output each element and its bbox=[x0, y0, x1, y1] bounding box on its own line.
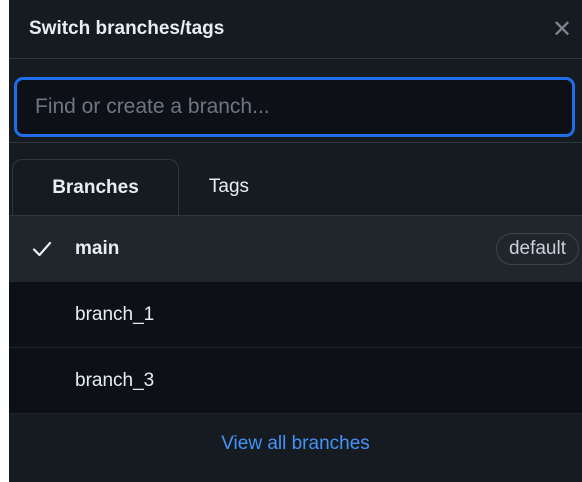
branch-search-input[interactable] bbox=[14, 77, 575, 137]
list-item-branch-3[interactable]: branch_3 bbox=[9, 347, 582, 413]
search-container bbox=[9, 59, 582, 142]
list-item-branch-main[interactable]: main default bbox=[9, 215, 582, 281]
branch-switcher-panel: Switch branches/tags ✕ Branches Tags mai… bbox=[9, 0, 582, 482]
view-all-branches-link[interactable]: View all branches bbox=[221, 433, 370, 455]
branch-name: main bbox=[75, 237, 120, 259]
close-icon[interactable]: ✕ bbox=[542, 9, 582, 49]
panel-footer: View all branches bbox=[9, 413, 582, 473]
panel-title: Switch branches/tags bbox=[29, 18, 225, 39]
default-badge: default bbox=[495, 232, 579, 265]
panel-header: Switch branches/tags ✕ bbox=[9, 0, 582, 58]
branch-name: branch_3 bbox=[75, 369, 155, 391]
check-icon bbox=[9, 241, 75, 257]
tab-bar: Branches Tags bbox=[9, 143, 582, 215]
branch-list: main default branch_1 branch_3 bbox=[9, 215, 582, 413]
tab-tags[interactable]: Tags bbox=[179, 159, 279, 215]
branch-name: branch_1 bbox=[75, 303, 155, 325]
list-item-branch-1[interactable]: branch_1 bbox=[9, 281, 582, 347]
tab-branches[interactable]: Branches bbox=[12, 159, 179, 215]
